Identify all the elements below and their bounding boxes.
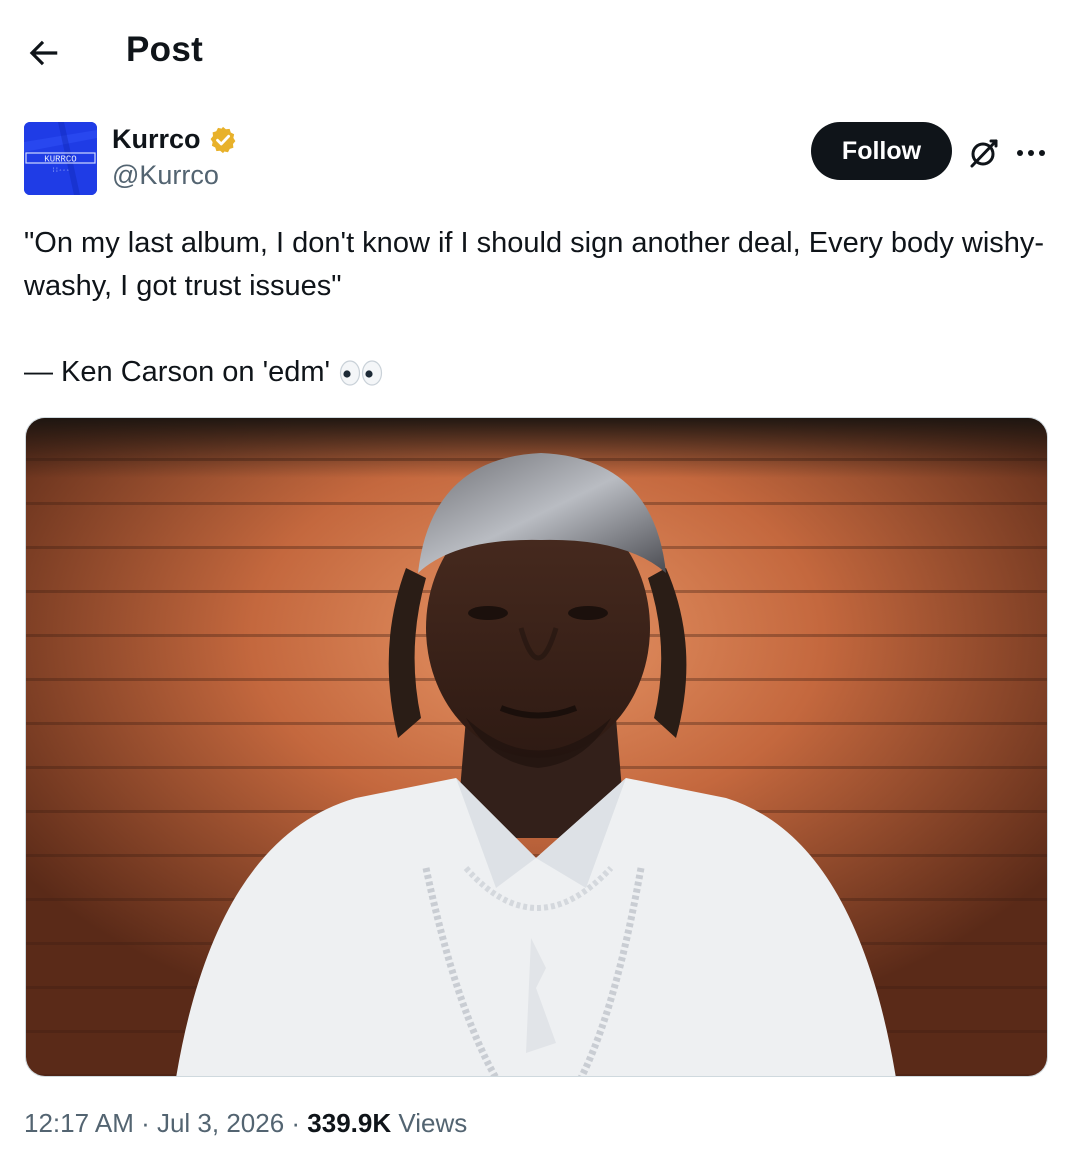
post-meta: 12:17 AM · Jul 3, 2026 · 339.9K Views (24, 1108, 467, 1139)
page-title: Post (126, 30, 204, 69)
tweet-text: "On my last album, I don't know if I sho… (24, 222, 1054, 394)
arrow-left-icon[interactable] (24, 34, 62, 72)
more-dots-icon[interactable] (1014, 138, 1048, 168)
avatar[interactable]: KURRCO ⁞⁞◦◦◦ (24, 122, 97, 195)
tweet-attribution: — Ken Carson on 'edm' (24, 356, 331, 388)
eyes-emoji-icon (339, 359, 383, 386)
grok-icon[interactable] (967, 136, 1001, 170)
views-count: 339.9K (307, 1108, 392, 1138)
author-name-row: Kurrco (112, 124, 238, 155)
verified-badge-icon (210, 126, 235, 153)
author-handle[interactable]: @Kurrco (112, 160, 219, 191)
meta-separator: · (133, 1108, 157, 1138)
post-photo[interactable] (25, 417, 1048, 1077)
follow-button[interactable]: Follow (811, 122, 952, 180)
post-time[interactable]: 12:17 AM (24, 1108, 134, 1138)
views-label: Views (391, 1108, 468, 1138)
tweet-quote: "On my last album, I don't know if I sho… (24, 227, 1045, 302)
top-bar: Post (0, 0, 1080, 105)
author-name[interactable]: Kurrco (112, 124, 201, 155)
meta-separator: · (284, 1108, 308, 1138)
avatar-logo-text: KURRCO (44, 155, 76, 165)
tweet-attribution-row: — Ken Carson on 'edm' (24, 351, 1054, 394)
post-date[interactable]: Jul 3, 2026 (157, 1108, 284, 1138)
svg-text:⁞⁞◦◦◦: ⁞⁞◦◦◦ (51, 167, 69, 174)
